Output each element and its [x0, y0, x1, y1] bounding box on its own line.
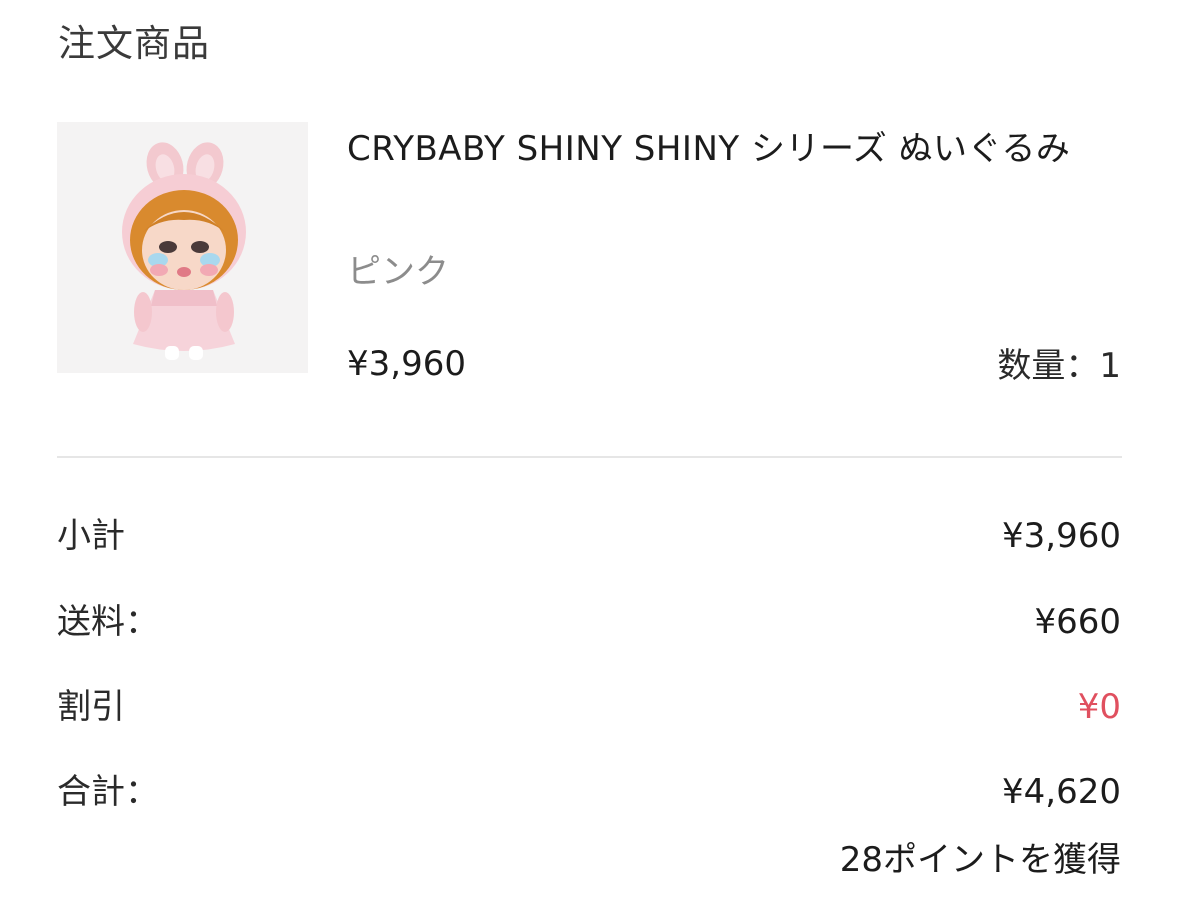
- points-earned-note: 28ポイントを獲得: [839, 840, 1121, 880]
- product-image[interactable]: [57, 122, 308, 373]
- section-title: 注文商品: [58, 22, 210, 65]
- product-variant: ピンク: [347, 252, 449, 292]
- subtotal-row: 小計 ¥3,960: [57, 510, 1121, 562]
- total-value: ¥4,620: [1002, 772, 1121, 812]
- product-name[interactable]: CRYBABY SHINY SHINY シリーズ ぬいぐるみ: [347, 122, 1137, 176]
- shipping-label: 送料：: [57, 602, 159, 642]
- shipping-value: ¥660: [1034, 602, 1121, 642]
- product-price: ¥3,960: [347, 344, 466, 384]
- total-row: 合計： ¥4,620: [57, 766, 1121, 818]
- plush-doll-icon: [57, 122, 308, 373]
- subtotal-label: 小計: [57, 516, 125, 556]
- section-divider: [57, 456, 1122, 458]
- discount-label: 割引: [57, 687, 125, 727]
- product-quantity: 数量：1: [997, 346, 1121, 386]
- discount-value: ¥0: [1077, 687, 1121, 727]
- shipping-row: 送料： ¥660: [57, 596, 1121, 648]
- discount-row: 割引 ¥0: [57, 681, 1121, 733]
- subtotal-value: ¥3,960: [1002, 516, 1121, 556]
- total-label: 合計：: [57, 772, 159, 812]
